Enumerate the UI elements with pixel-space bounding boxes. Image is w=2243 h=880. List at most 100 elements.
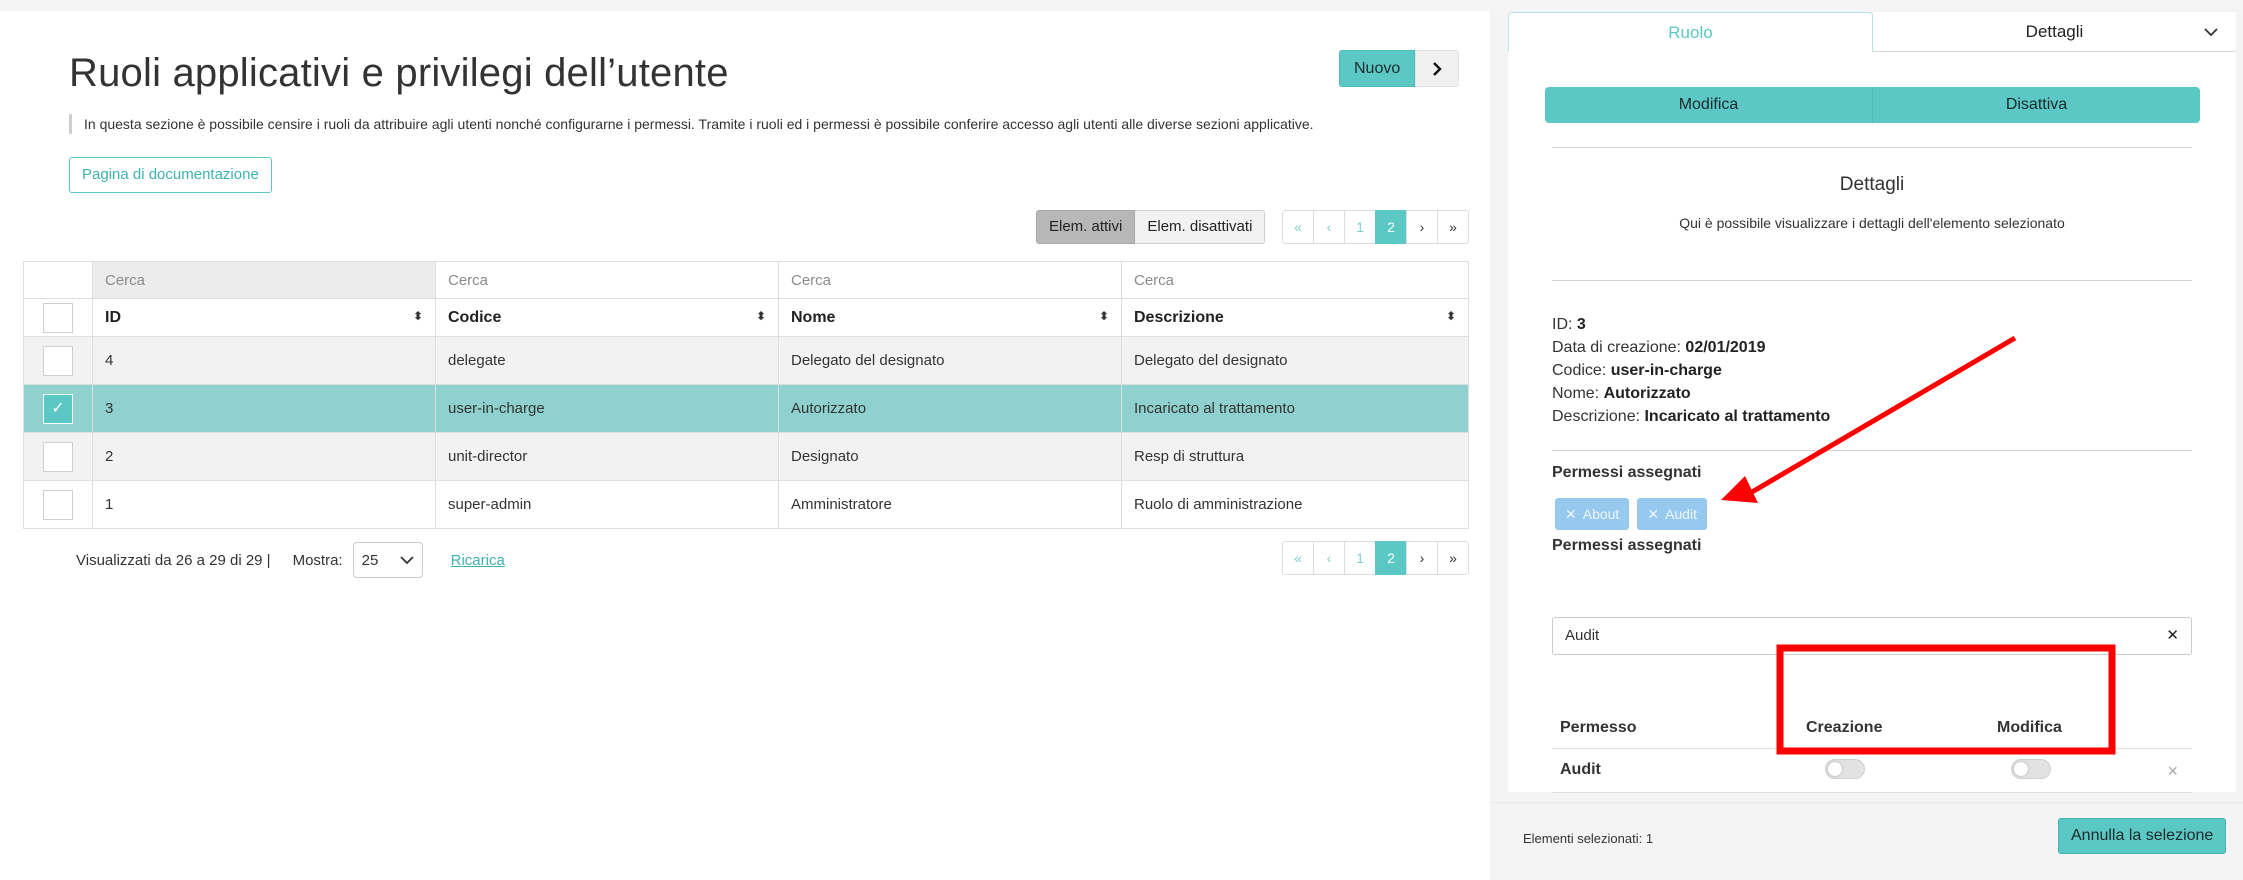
edit-button[interactable]: Modifica [1545,87,1873,123]
row-checkbox-cell [23,432,93,481]
page-2-button[interactable]: 2 [1375,210,1407,244]
row-checkbox[interactable] [43,441,73,472]
filter-inactive-button[interactable]: Elem. disattivati [1135,210,1266,244]
column-header-descrizione[interactable]: Descrizione ⬍ [1121,298,1469,337]
page-size-label: Mostra: [292,551,343,569]
next-button[interactable] [1415,50,1460,87]
documentation-button[interactable]: Pagina di documentazione [69,157,272,193]
column-header-id[interactable]: ID ⬍ [92,298,436,337]
reload-link[interactable]: Ricarica [451,552,505,569]
column-label: Descrizione [1134,308,1224,326]
permissions-label: Permessi assegnati [1552,464,1702,481]
field-name: Nome: Autorizzato [1552,382,1830,405]
sort-icon[interactable]: ⬍ [1446,309,1456,323]
table-row[interactable]: 4 delegate Delegato del designato Delega… [23,336,1469,385]
detail-tabs: Ruolo Dettagli [1508,12,2236,52]
clear-icon[interactable]: ✕ [2166,618,2179,654]
permission-chip[interactable]: ✕ About [1555,498,1630,530]
permission-chips: ✕ About ✕ Audit [1555,498,1707,530]
remove-permission-icon[interactable]: × [2167,761,2178,782]
sort-icon[interactable]: ⬍ [1099,309,1109,323]
empty-cell [23,261,93,299]
close-icon[interactable]: ✕ [1565,498,1577,530]
pagination-top: « ‹ 1 2 › » [1282,210,1469,244]
row-checkbox[interactable] [43,489,73,520]
pagination-bottom: « ‹ 1 2 › » [1282,541,1469,575]
page-next-button[interactable]: › [1406,541,1438,575]
modifica-toggle[interactable] [2011,759,2051,779]
divider [1552,450,2192,451]
filter-active-button[interactable]: Elem. attivi [1036,210,1136,244]
permission-select[interactable]: Audit ✕ [1552,617,2192,655]
search-codice-input[interactable]: Cerca [435,261,779,299]
cell-id: 3 [92,384,436,433]
page-next-button[interactable]: › [1406,210,1438,244]
cell-codice: super-admin [435,480,779,529]
permission-chip[interactable]: ✕ Audit [1637,498,1707,530]
sort-icon[interactable]: ⬍ [756,309,766,323]
field-code: Codice: user-in-charge [1552,359,1830,382]
column-header-codice[interactable]: Codice ⬍ [435,298,779,337]
page-prev-button[interactable]: ‹ [1313,541,1345,575]
page-2-button[interactable]: 2 [1375,541,1407,575]
permission-row: Audit × [1552,749,2192,793]
selected-count: Elementi selezionati: 1 [1523,831,1654,846]
page-size-select[interactable]: 25 [352,542,423,578]
detail-card: Modifica Disattiva Dettagli Qui è possib… [1508,52,2236,793]
divider [1552,147,2192,148]
page-first-button[interactable]: « [1282,541,1314,575]
cell-id: 2 [92,432,436,481]
tab-ruolo[interactable]: Ruolo [1508,12,1873,52]
new-button[interactable]: Nuovo [1339,50,1416,87]
action-bar: Modifica Disattiva [1545,87,2200,123]
page-last-button[interactable]: » [1437,210,1469,244]
table-footer: Visualizzati da 26 a 29 di 29 | Mostra: … [76,541,505,579]
tab-dettagli-label: Dettagli [2025,22,2084,41]
tab-dettagli[interactable]: Dettagli [1873,12,2236,52]
field-value: 02/01/2019 [1685,339,1766,356]
details-subtitle: Qui è possibile visualizzare i dettagli … [1679,215,2065,231]
table-row[interactable]: 1 super-admin Amministratore Ruolo di am… [23,480,1469,529]
creazione-toggle[interactable] [1825,759,1865,779]
sort-icon[interactable]: ⬍ [413,309,423,323]
chip-label: About [1582,506,1620,522]
search-descrizione-input[interactable]: Cerca [1121,261,1469,299]
close-icon[interactable]: ✕ [1647,498,1659,530]
column-header-nome[interactable]: Nome ⬍ [778,298,1122,337]
cell-descrizione: Delegato del designato [1121,336,1469,385]
field-label: Data di creazione: [1552,339,1681,356]
cell-id: 1 [92,480,436,529]
permission-table: Permesso Creazione Modifica Audit × [1552,707,2192,793]
page-1-button[interactable]: 1 [1344,210,1376,244]
row-checkbox-cell [23,336,93,385]
details-title: Dettagli [1839,174,1905,195]
records-summary: Visualizzati da 26 a 29 di 29 | [76,551,271,569]
page-prev-button[interactable]: ‹ [1313,210,1345,244]
permission-name: Audit [1560,761,1601,778]
page-last-button[interactable]: » [1437,541,1469,575]
detail-panel: Ruolo Dettagli Modifica Disattiva Dettag… [1490,11,2243,880]
page-description: In questa sezione è possibile censire i … [69,114,1314,134]
row-checkbox-cell [23,480,93,529]
field-label: Codice: [1552,362,1607,379]
permission-table-header: Permesso Creazione Modifica [1552,707,2192,749]
cell-descrizione: Ruolo di amministrazione [1121,480,1469,529]
select-all-checkbox[interactable] [43,302,73,333]
column-label: Nome [791,308,836,326]
page-1-button[interactable]: 1 [1344,541,1376,575]
chevron-right-icon [1433,61,1442,76]
search-id-input[interactable]: Cerca [92,261,436,299]
search-nome-input[interactable]: Cerca [778,261,1122,299]
cancel-selection-button[interactable]: Annulla la selezione [2058,818,2227,854]
table-row-selected[interactable]: ✓ 3 user-in-charge Autorizzato Incaricat… [23,384,1469,433]
row-checkbox-checked[interactable]: ✓ [43,393,73,424]
cell-nome: Designato [778,432,1122,481]
row-checkbox[interactable] [43,345,73,376]
cell-id: 4 [92,336,436,385]
table-row[interactable]: 2 unit-director Designato Resp di strutt… [23,432,1469,481]
permission-select-value: Audit [1565,627,1600,644]
field-label: Nome: [1552,385,1600,402]
page-first-button[interactable]: « [1282,210,1314,244]
selection-bar: Elementi selezionati: 1 Annulla la selez… [1490,802,2243,880]
deactivate-button[interactable]: Disattiva [1873,87,2200,123]
